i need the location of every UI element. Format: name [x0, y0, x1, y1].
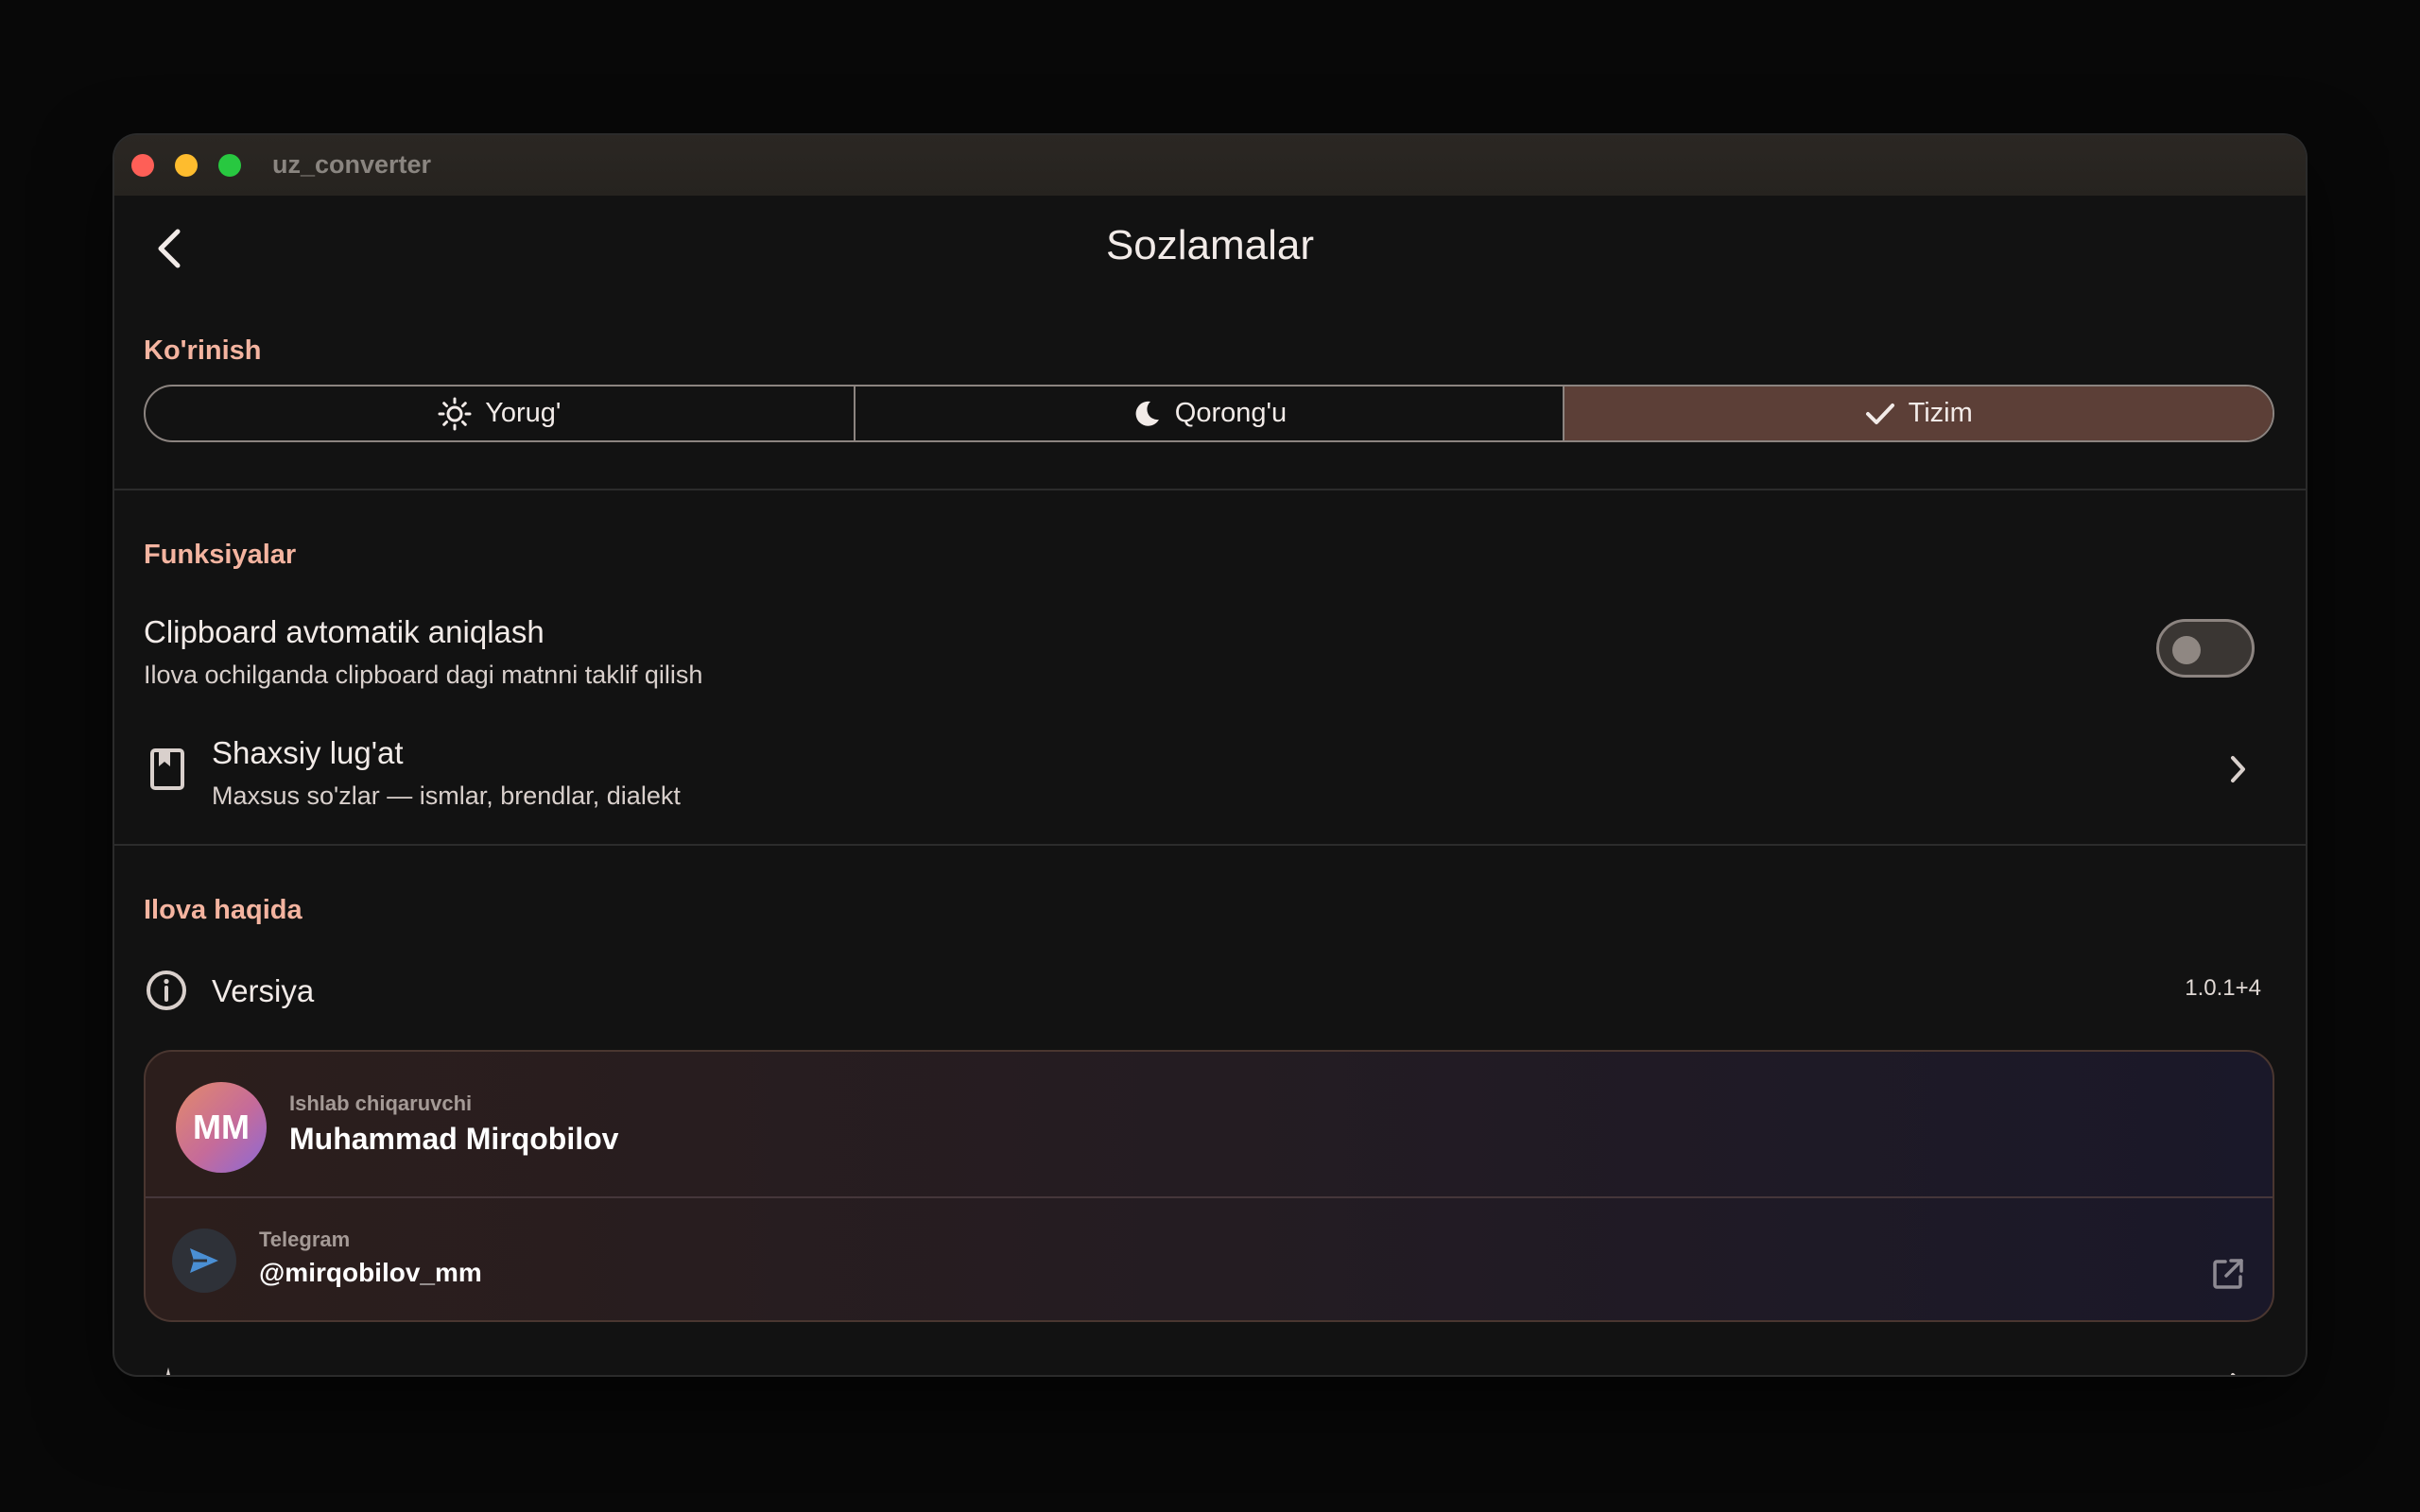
section-divider [114, 489, 2306, 490]
external-link-icon [2213, 1259, 2243, 1289]
chevron-right-icon [2231, 756, 2245, 782]
bookmark-book-icon [150, 748, 184, 790]
section-label-appearance: Ko'rinish [144, 335, 262, 366]
page-title: Sozlamalar [1105, 222, 1315, 268]
version-label: Versiya [212, 973, 315, 1008]
app-window: uz_converter Sozlamalar Ko'rinish Yorug' [114, 135, 2306, 1375]
section-label-features: Funksiyalar [144, 540, 297, 570]
close-window-button[interactable] [131, 154, 154, 177]
clipboard-toggle[interactable] [2156, 619, 2255, 678]
app-bar: Sozlamalar [114, 196, 2306, 300]
dictionary-setting-subtitle: Maxsus so'zlar — ismlar, brendlar, diale… [212, 782, 681, 810]
clipboard-setting-subtitle: Ilova ochilganda clipboard dagi matnni t… [144, 661, 703, 689]
avatar: MM [176, 1082, 267, 1173]
dictionary-setting-title: Shaxsiy lug'at [212, 735, 404, 770]
chevron-right-icon [2231, 1373, 2236, 1375]
telegram-send-icon [190, 1248, 218, 1273]
theme-option-label: Tizim [1908, 398, 1973, 428]
info-icon [147, 971, 186, 1010]
telegram-handle: @mirqobilov_mm [259, 1258, 482, 1287]
telegram-icon-badge [172, 1228, 236, 1293]
version-value: 1.0.1+4 [2185, 975, 2261, 1001]
sun-icon [438, 397, 472, 430]
title-bar: uz_converter [114, 135, 2306, 196]
zoom-window-button[interactable] [218, 154, 241, 177]
card-divider [146, 1196, 2273, 1198]
theme-option-light[interactable]: Yorug' [146, 387, 854, 440]
section-divider [114, 844, 2306, 846]
moon-icon [1135, 401, 1159, 426]
theme-option-label: Yorug' [485, 398, 562, 428]
partially-visible-row[interactable] [114, 1354, 2306, 1375]
check-icon [1865, 403, 1894, 424]
section-label-about: Ilova haqida [144, 895, 302, 925]
theme-option-system[interactable]: Tizim [1563, 387, 2273, 440]
theme-option-dark[interactable]: Qorong'u [853, 387, 1564, 440]
telegram-kicker: Telegram [259, 1228, 351, 1251]
developer-name: Muhammad Mirqobilov [289, 1122, 619, 1156]
theme-segmented-control: Yorug' Qorong'u Tizim [144, 385, 2274, 442]
theme-option-label: Qorong'u [1174, 398, 1288, 428]
minimize-window-button[interactable] [175, 154, 198, 177]
window-title: uz_converter [272, 150, 432, 179]
developer-kicker: Ishlab chiqaruvchi [289, 1091, 473, 1115]
developer-card: MM Ishlab chiqaruvchi Muhammad Mirqobilo… [144, 1050, 2274, 1322]
toggle-knob [2172, 636, 2201, 664]
clipboard-setting-title: Clipboard avtomatik aniqlash [144, 614, 544, 649]
sparkle-icon [166, 1367, 170, 1375]
